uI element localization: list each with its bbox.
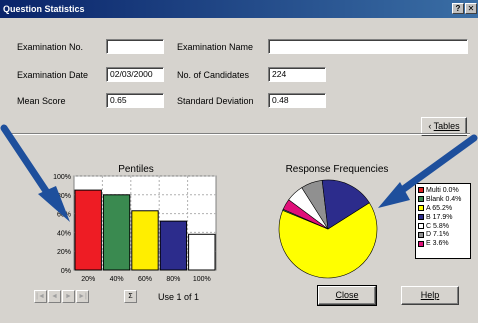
annotation-arrows	[0, 124, 478, 222]
left-arrow	[0, 124, 70, 222]
right-arrow	[378, 134, 478, 208]
